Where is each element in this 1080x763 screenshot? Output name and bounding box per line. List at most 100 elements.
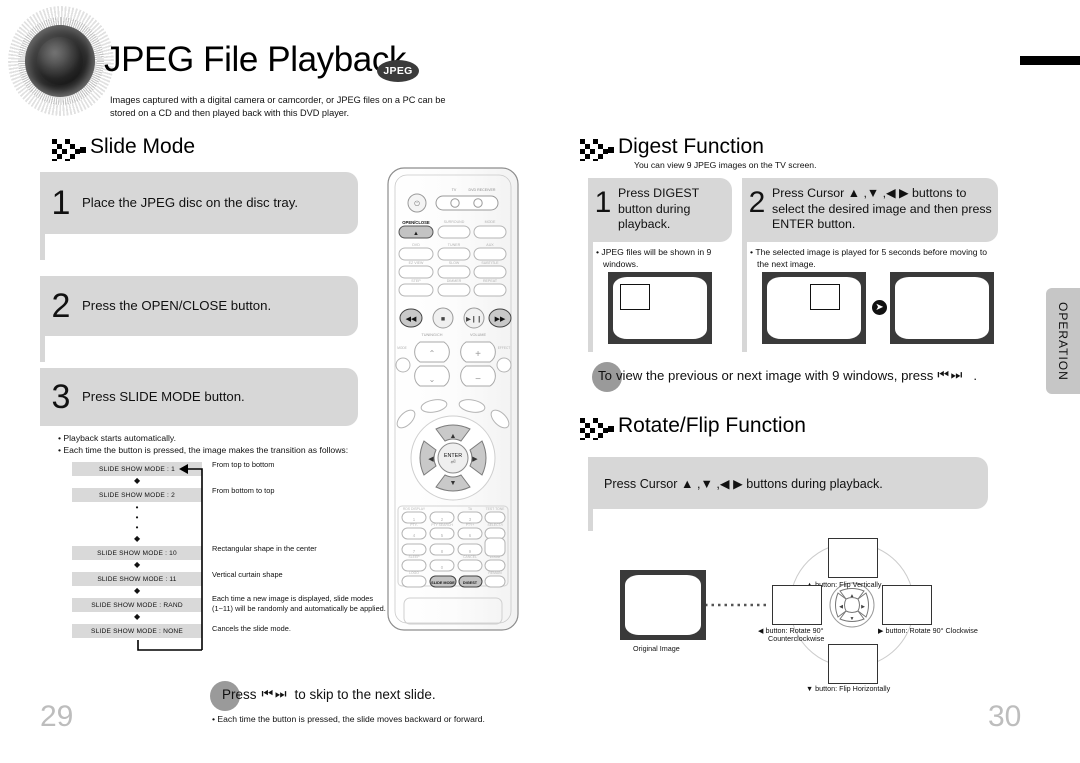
- original-image-label: Original Image: [633, 644, 680, 653]
- step-text: Press DIGEST button during playback.: [618, 186, 700, 232]
- callout-text: to skip to the next slide.: [294, 686, 436, 702]
- section-title: Digest Function: [618, 135, 764, 158]
- svg-text:DIMMER: DIMMER: [447, 279, 462, 283]
- highlight-box: [620, 284, 650, 310]
- svg-text:▲: ▲: [413, 231, 419, 237]
- step-number: 2: [748, 186, 766, 219]
- step-number: 1: [51, 184, 71, 222]
- page-title: JPEG File Playback: [104, 40, 407, 79]
- rotate-callout-text: Press Cursor ▲ ,▼ ,◀ ▶ buttons during pl…: [604, 476, 883, 491]
- label-rotate-ccw-2: Counterclockwise: [768, 634, 825, 643]
- arrow-right-icon: ➤: [872, 300, 887, 315]
- tv-screen-digest: [608, 272, 712, 344]
- side-tab-operation: OPERATION: [1046, 288, 1080, 394]
- svg-text:+: +: [475, 349, 481, 360]
- svg-text:⏻: ⏻: [414, 200, 420, 208]
- svg-text:▼: ▼: [450, 480, 457, 487]
- svg-text:MODE: MODE: [485, 220, 496, 224]
- note-line: • Each time the button is pressed, the i…: [58, 445, 349, 456]
- section-subtitle: You can view 9 JPEG images on the TV scr…: [634, 160, 817, 170]
- callout-press-label: Press: [222, 686, 257, 702]
- svg-text:PTY-: PTY-: [410, 523, 417, 527]
- page-number-left: 29: [40, 700, 74, 733]
- slide-show-mode-flow: SLIDE SHOW MODE : 1 ◆ SLIDE SHOW MODE : …: [60, 460, 390, 680]
- step-text: Press Cursor ▲ ,▼ ,◀ ▶ buttons to select…: [772, 186, 992, 232]
- svg-text:▶: ▶: [861, 604, 865, 610]
- svg-text:SLOW: SLOW: [449, 261, 460, 265]
- prev-next-icon: ⏮ ⏭: [261, 686, 287, 701]
- svg-text:▶: ▶: [472, 456, 478, 463]
- slide-mode-notes: • Playback starts automatically. • Each …: [58, 432, 388, 457]
- flow-desc: Cancels the slide mode.: [212, 624, 291, 633]
- svg-text:−: −: [475, 374, 481, 385]
- svg-text:■: ■: [441, 316, 445, 323]
- svg-text:SELECT/I: SELECT/I: [487, 523, 502, 527]
- highlight-box: [810, 284, 840, 310]
- svg-text:▼: ▼: [850, 616, 855, 622]
- step-item: 2 Press Cursor ▲ ,▼ ,◀ ▶ buttons to sele…: [742, 178, 998, 242]
- svg-text:▲: ▲: [450, 433, 457, 440]
- disc-lens-icon: [8, 6, 114, 116]
- step-number: 3: [51, 378, 71, 416]
- jpeg-badge: JPEG: [377, 60, 419, 82]
- svg-text:◀: ◀: [428, 456, 434, 463]
- svg-text:▶▶: ▶▶: [495, 316, 506, 323]
- svg-text:SUBTITLE: SUBTITLE: [481, 261, 499, 265]
- tv-flip-vertical: [828, 538, 878, 578]
- svg-text:VOLUME: VOLUME: [470, 333, 487, 337]
- svg-text:CANCEL: CANCEL: [463, 555, 477, 559]
- flow-desc: Each time a new image is displayed, slid…: [212, 594, 386, 613]
- callout-text: view the previous or next image with 9 w…: [615, 367, 934, 383]
- tv-screen-next: [890, 272, 994, 344]
- checkered-chevron-icon: [52, 139, 86, 161]
- svg-text:REMAIN: REMAIN: [488, 571, 502, 575]
- svg-text:MODE: MODE: [397, 346, 407, 350]
- svg-text:RDS DISPLAY: RDS DISPLAY: [403, 507, 426, 511]
- skip-callout: Press ⏮ ⏭ to skip to the next slide.: [222, 686, 436, 702]
- panel-tail: [588, 509, 593, 531]
- svg-text:⌄: ⌄: [429, 375, 436, 384]
- header-rule: [1020, 56, 1080, 65]
- svg-text:PTY SEARCH: PTY SEARCH: [431, 523, 453, 527]
- svg-text:ENTER: ENTER: [444, 453, 462, 459]
- rotate-callout-panel: Press Cursor ▲ ,▼ ,◀ ▶ buttons during pl…: [588, 457, 988, 509]
- step-text: Press the OPEN/CLOSE button.: [82, 297, 272, 313]
- svg-text:⌃: ⌃: [429, 349, 436, 358]
- svg-text:◀: ◀: [839, 604, 843, 610]
- svg-text:DIGEST: DIGEST: [463, 581, 478, 585]
- digest-callout: To view the previous or next image with …: [598, 367, 977, 383]
- panel-tail: [588, 242, 593, 352]
- section-title: Rotate/Flip Function: [618, 414, 806, 437]
- flow-desc: From bottom to top: [212, 486, 275, 495]
- step-number: 2: [51, 287, 71, 325]
- digest-note: • The selected image is played for 5 sec…: [750, 247, 988, 270]
- svg-text:TEST TONE: TEST TONE: [486, 507, 506, 511]
- svg-text:REPEAT: REPEAT: [483, 279, 498, 283]
- flow-loop-icon: [137, 464, 203, 651]
- tv-flip-horizontal: [828, 644, 878, 684]
- step-item: 1 Press DIGEST button during playback.: [588, 178, 732, 242]
- tv-original-image: [620, 570, 706, 640]
- svg-text:TUNER: TUNER: [448, 243, 461, 247]
- section-digest: Digest Function: [580, 136, 764, 161]
- section-slide-mode: Slide Mode: [52, 136, 195, 161]
- svg-text:LOGO: LOGO: [409, 571, 419, 575]
- step-number: 1: [594, 186, 612, 219]
- step-text: Place the JPEG disc on the disc tray.: [82, 194, 298, 210]
- prev-next-icon: ⏮ ⏭: [937, 367, 962, 382]
- digest-note: • JPEG files will be shown in 9 windows.: [596, 247, 712, 270]
- svg-text:▲: ▲: [850, 593, 855, 599]
- step-tail: [40, 336, 45, 362]
- svg-text:EFFECT: EFFECT: [498, 346, 510, 350]
- svg-text:PTY+: PTY+: [466, 523, 475, 527]
- step-item: 2 Press the OPEN/CLOSE button.: [40, 276, 358, 336]
- svg-text:TUNING/CH: TUNING/CH: [421, 333, 442, 337]
- intro-text: Images captured with a digital camera or…: [110, 95, 446, 118]
- callout-end: .: [973, 367, 978, 383]
- svg-text:OPEN/CLOSE: OPEN/CLOSE: [402, 220, 430, 225]
- remote-control-illustration: ⏻ TV DVD RECEIVER OPEN/CLOSE ▲ SURROUND …: [387, 167, 519, 631]
- svg-text:STEP: STEP: [411, 279, 421, 283]
- label-rotate-cw: ▶ button: Rotate 90° Clockwise: [878, 626, 978, 635]
- step-item: 1 Place the JPEG disc on the disc tray.: [40, 172, 358, 234]
- section-title: Slide Mode: [90, 135, 196, 158]
